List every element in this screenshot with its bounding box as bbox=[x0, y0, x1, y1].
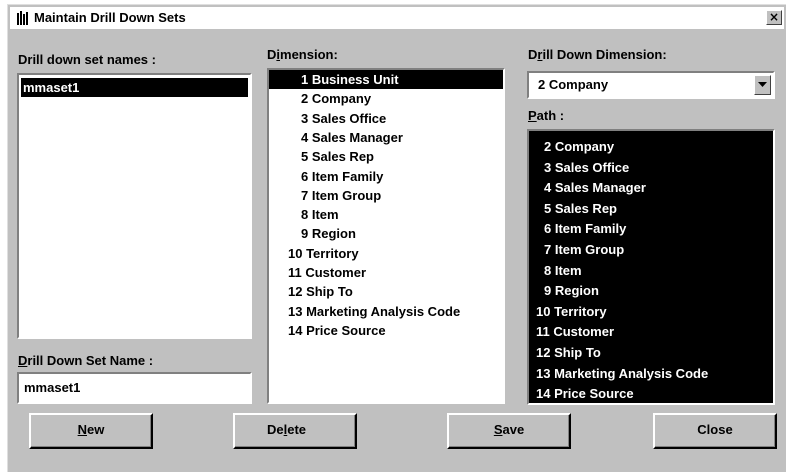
dimension-item[interactable]: 2 Company bbox=[269, 89, 503, 108]
set-names-list[interactable]: mmaset1 bbox=[17, 73, 252, 339]
path-item[interactable]: 5 Sales Rep bbox=[529, 199, 773, 218]
path-item[interactable]: 11 Customer bbox=[529, 322, 773, 341]
path-item[interactable]: 12 Ship To bbox=[529, 343, 773, 362]
path-item[interactable]: 7 Item Group bbox=[529, 240, 773, 259]
dimension-item[interactable]: 8 Item bbox=[269, 205, 503, 224]
drill-dimension-value: 2 Company bbox=[538, 77, 609, 92]
dimension-item[interactable]: 14 Price Source bbox=[269, 321, 503, 340]
set-name-input-value: mmaset1 bbox=[24, 380, 81, 395]
dimension-item[interactable]: 7 Item Group bbox=[269, 186, 503, 205]
dimension-item[interactable]: 12 Ship To bbox=[269, 282, 503, 301]
drill-dimension-label: Drill Down Dimension: bbox=[528, 47, 667, 62]
close-button[interactable]: Close bbox=[653, 413, 777, 449]
path-item[interactable]: 8 Item bbox=[529, 261, 773, 280]
save-button[interactable]: Save bbox=[447, 413, 571, 449]
dimension-item[interactable]: 4 Sales Manager bbox=[269, 128, 503, 147]
new-button[interactable]: New bbox=[29, 413, 153, 449]
path-item[interactable]: 4 Sales Manager bbox=[529, 178, 773, 197]
title-bar[interactable]: Maintain Drill Down Sets × bbox=[10, 7, 784, 29]
dimension-item[interactable]: 11 Customer bbox=[269, 263, 503, 282]
dialog-window: Maintain Drill Down Sets × Drill down se… bbox=[7, 4, 786, 472]
close-icon: × bbox=[768, 10, 780, 24]
delete-button[interactable]: Delete bbox=[233, 413, 357, 449]
path-item[interactable]: 6 Item Family bbox=[529, 219, 773, 238]
drill-dimension-dropdown[interactable]: 2 Company bbox=[527, 71, 775, 99]
path-item[interactable]: 9 Region bbox=[529, 281, 773, 300]
dimension-list[interactable]: 1 Business Unit 2 Company 3 Sales Office 4 … bbox=[267, 68, 505, 404]
dimension-label: Dimension: bbox=[267, 47, 338, 62]
path-item[interactable]: 10 Territory bbox=[529, 302, 773, 321]
path-item[interactable]: 13 Marketing Analysis Code bbox=[529, 364, 773, 383]
dimension-item[interactable]: 9 Region bbox=[269, 224, 503, 243]
path-list[interactable]: 2 Company 3 Sales Office 4 Sales Manager 5 … bbox=[527, 129, 775, 405]
dimension-item[interactable]: 3 Sales Office bbox=[269, 109, 503, 128]
path-item[interactable]: 2 Company bbox=[529, 137, 773, 156]
set-names-label: Drill down set names : bbox=[18, 52, 156, 67]
app-icon bbox=[15, 10, 29, 26]
dropdown-button[interactable] bbox=[754, 75, 771, 95]
dimension-item[interactable]: 6 Item Family bbox=[269, 167, 503, 186]
set-name-input[interactable]: mmaset1 bbox=[17, 372, 252, 404]
dimension-item[interactable]: 1 Business Unit bbox=[269, 70, 503, 89]
dimension-item[interactable]: 5 Sales Rep bbox=[269, 147, 503, 166]
set-names-item[interactable]: mmaset1 bbox=[21, 78, 248, 97]
path-item[interactable]: 3 Sales Office bbox=[529, 158, 773, 177]
dimension-item[interactable]: 13 Marketing Analysis Code bbox=[269, 302, 503, 321]
set-name-label: Drill Down Set Name : bbox=[18, 353, 154, 368]
path-label: Path : bbox=[528, 108, 565, 123]
close-window-button[interactable]: × bbox=[766, 10, 782, 25]
chevron-down-icon bbox=[758, 82, 767, 87]
window-title: Maintain Drill Down Sets bbox=[34, 10, 186, 25]
dimension-item[interactable]: 10 Territory bbox=[269, 244, 503, 263]
path-item[interactable]: 14 Price Source bbox=[529, 384, 773, 403]
